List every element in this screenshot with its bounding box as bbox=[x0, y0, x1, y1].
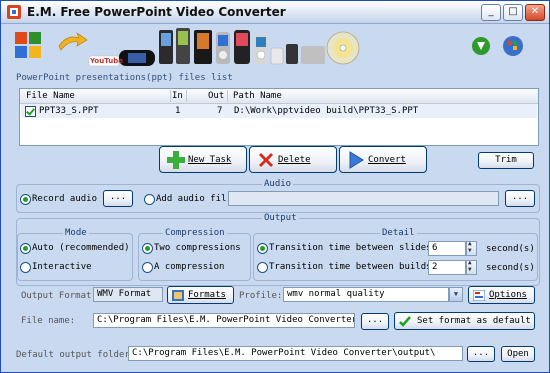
device-banner: YouTube bbox=[1, 24, 549, 71]
slides-transition-label[interactable]: Transition time between slides bbox=[269, 243, 432, 253]
mode-title: Mode bbox=[63, 228, 89, 238]
two-compressions-radio[interactable] bbox=[142, 243, 153, 254]
plus-icon bbox=[167, 151, 185, 169]
slides-time-input[interactable]: 6 bbox=[428, 241, 466, 256]
mode-group: Mode bbox=[17, 228, 133, 281]
audio-file-field[interactable] bbox=[228, 191, 499, 206]
title-bar: E.M. Free PowerPoint Video Converter _ □… bbox=[1, 1, 549, 24]
column-file-name[interactable]: File Name bbox=[26, 91, 75, 101]
default-folder-label: Default output folder: bbox=[16, 350, 136, 360]
open-folder-button[interactable]: Open bbox=[501, 346, 535, 362]
arrow-icon bbox=[58, 32, 88, 51]
one-compression-label[interactable]: A compression bbox=[154, 262, 224, 272]
set-format-default-label: Set format as default bbox=[417, 316, 531, 326]
app-window: E.M. Free PowerPoint Video Converter _ □… bbox=[0, 0, 550, 373]
options-icon bbox=[473, 290, 485, 301]
options-label: Options bbox=[489, 290, 527, 300]
set-format-default-button[interactable]: Set format as default bbox=[394, 312, 535, 330]
add-audio-radio[interactable] bbox=[144, 194, 155, 205]
default-folder-browse-button[interactable]: ... bbox=[467, 346, 495, 362]
office-icon bbox=[15, 32, 41, 58]
compression-title: Compression bbox=[163, 228, 227, 238]
mode-interactive-label[interactable]: Interactive bbox=[32, 262, 92, 272]
slides-time-stepper[interactable] bbox=[466, 240, 477, 256]
builds-time-stepper[interactable] bbox=[466, 259, 477, 275]
table-row[interactable]: PPT33_S.PPT 1 7 D:\Work\pptvideo build\P… bbox=[21, 104, 537, 118]
profile-label: Profile: bbox=[239, 291, 283, 301]
two-compressions-label[interactable]: Two compressions bbox=[154, 243, 241, 253]
file-name-field[interactable]: C:\Program Files\E.M. PowerPoint Video C… bbox=[93, 313, 355, 328]
one-compression-radio[interactable] bbox=[142, 262, 153, 273]
add-audio-label[interactable]: Add audio fil bbox=[156, 194, 226, 204]
delete-label: Delete bbox=[278, 155, 311, 165]
record-audio-label[interactable]: Record audio bbox=[32, 194, 97, 204]
files-table[interactable]: File Name In Out Path Name PPT33_S.PPT 1… bbox=[19, 88, 539, 146]
profile-select[interactable]: wmv normal quality bbox=[283, 287, 449, 302]
new-task-label: New Task bbox=[188, 155, 232, 165]
output-format-field: WMV Format bbox=[93, 287, 163, 302]
files-list-label: PowerPoint presentations(ppt) files list bbox=[16, 73, 233, 83]
column-out[interactable]: Out bbox=[208, 91, 224, 101]
delete-button[interactable]: Delete bbox=[249, 146, 337, 173]
builds-time-input[interactable]: 2 bbox=[428, 260, 466, 275]
row-path: D:\Work\pptvideo build\PPT33_S.PPT bbox=[234, 106, 419, 116]
download-globe-icon bbox=[472, 37, 490, 55]
column-path-name[interactable]: Path Name bbox=[233, 91, 282, 101]
audio-title: Audio bbox=[262, 179, 294, 189]
row-file-name: PPT33_S.PPT bbox=[39, 106, 99, 116]
slides-transition-radio[interactable] bbox=[257, 243, 268, 254]
devices-illustration bbox=[15, 28, 523, 67]
output-format-label: Output Format: bbox=[21, 291, 97, 301]
check-icon bbox=[399, 316, 411, 327]
formats-button[interactable]: Formats bbox=[167, 286, 234, 304]
convert-button[interactable]: Convert bbox=[339, 146, 427, 173]
output-title: Output bbox=[262, 213, 299, 223]
film-icon bbox=[172, 290, 184, 301]
close-button[interactable]: ✕ bbox=[525, 4, 545, 21]
row-in: 1 bbox=[175, 106, 181, 116]
mode-auto-label[interactable]: Auto (recommended) bbox=[32, 243, 130, 253]
trim-button[interactable]: Trim bbox=[478, 152, 534, 169]
youtube-logo-text: YouTube bbox=[90, 57, 123, 65]
mode-auto-radio[interactable] bbox=[20, 243, 31, 254]
row-out: 7 bbox=[217, 106, 223, 116]
windows-globe-icon bbox=[503, 36, 523, 56]
chevron-down-icon[interactable]: ▼ bbox=[449, 287, 463, 302]
row-checkbox[interactable] bbox=[25, 106, 36, 117]
builds-transition-label[interactable]: Transition time between builds bbox=[269, 262, 432, 272]
audio-file-browse-button[interactable]: ... bbox=[505, 190, 535, 207]
file-name-browse-button[interactable]: ... bbox=[361, 313, 389, 330]
options-button[interactable]: Options bbox=[468, 286, 535, 304]
maximize-button[interactable]: □ bbox=[503, 4, 523, 21]
mode-interactive-radio[interactable] bbox=[20, 262, 31, 273]
record-audio-radio[interactable] bbox=[20, 194, 31, 205]
file-name-label: File name: bbox=[21, 316, 76, 326]
builds-transition-radio[interactable] bbox=[257, 262, 268, 273]
new-task-button[interactable]: New Task bbox=[159, 146, 247, 173]
compression-group: Compression bbox=[138, 228, 251, 281]
convert-label: Convert bbox=[368, 155, 406, 165]
builds-unit-label: second(s) bbox=[486, 263, 535, 273]
window-title: E.M. Free PowerPoint Video Converter bbox=[27, 5, 286, 19]
column-in[interactable]: In bbox=[172, 91, 183, 101]
slides-unit-label: second(s) bbox=[486, 244, 535, 254]
delete-x-icon bbox=[259, 153, 273, 167]
files-table-header: File Name In Out Path Name bbox=[20, 89, 538, 104]
play-icon bbox=[349, 151, 364, 169]
record-audio-browse-button[interactable]: ... bbox=[103, 190, 133, 207]
minimize-button[interactable]: _ bbox=[481, 4, 501, 21]
detail-title: Detail bbox=[380, 228, 417, 238]
default-folder-field[interactable]: C:\Program Files\E.M. PowerPoint Video C… bbox=[128, 346, 463, 361]
detail-group: Detail bbox=[253, 228, 538, 281]
formats-label: Formats bbox=[188, 290, 226, 300]
app-icon bbox=[7, 5, 21, 19]
